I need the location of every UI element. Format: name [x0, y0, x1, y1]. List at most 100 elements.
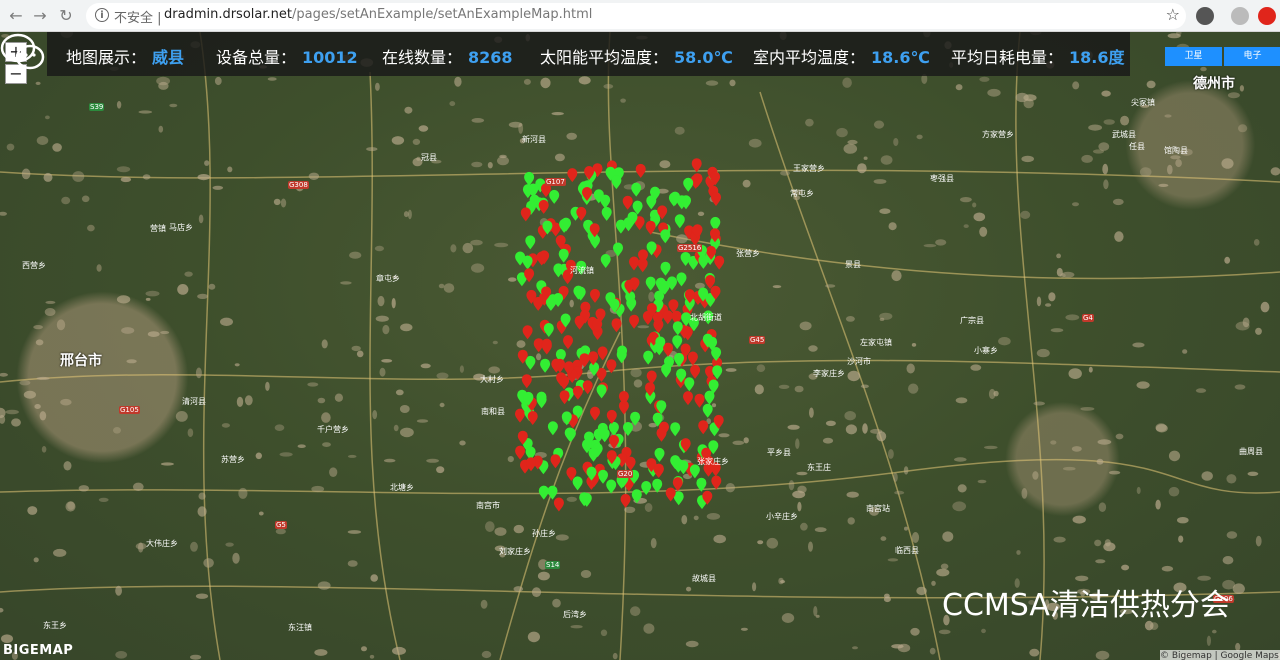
device-marker	[515, 445, 526, 460]
village-patch	[808, 345, 818, 352]
place-label: 张家庄乡	[697, 457, 729, 466]
village-patch	[1255, 535, 1262, 547]
village-patch	[963, 224, 969, 229]
insecure-label: 不安全 |	[114, 11, 162, 26]
reload-icon[interactable]: ↻	[56, 6, 76, 26]
place-label: 大伟庄乡	[146, 539, 178, 548]
village-patch	[797, 501, 802, 512]
forward-icon[interactable]: →	[30, 6, 50, 26]
village-patch	[852, 646, 858, 650]
electronic-map-button[interactable]: 电子	[1224, 47, 1280, 66]
village-patch	[846, 491, 859, 498]
map-view[interactable]: 北塘乡 大伟庄乡 千户营乡 大村乡 方家营乡 左家屯镇 南宫市 张家庄乡 小寨乡 李家庄乡 西营乡 王…	[0, 32, 1280, 660]
village-patch	[208, 283, 216, 290]
village-patch	[891, 270, 902, 282]
device-marker	[515, 408, 525, 423]
extension-red-icon[interactable]	[1258, 7, 1276, 25]
village-patch	[554, 153, 565, 162]
village-patch	[1226, 531, 1238, 539]
device-marker	[623, 422, 633, 436]
stat-indoor-temp: 室内平均温度： 18.6℃	[753, 48, 930, 67]
stat-online: 在线数量： 8268	[382, 48, 513, 67]
village-patch	[449, 101, 456, 107]
road-shield: G107	[545, 178, 566, 186]
village-patch	[1029, 648, 1040, 657]
village-patch	[238, 487, 248, 499]
village-patch	[244, 395, 253, 406]
village-patch	[374, 245, 384, 252]
village-patch	[781, 613, 795, 623]
village-patch	[198, 492, 206, 500]
village-patch	[45, 300, 56, 304]
device-marker	[597, 346, 608, 361]
village-patch	[1136, 381, 1150, 389]
village-patch	[1155, 424, 1168, 433]
back-icon[interactable]: ←	[6, 6, 26, 26]
village-patch	[674, 126, 685, 135]
place-label: 李家庄乡	[813, 369, 845, 378]
bookmark-star-icon[interactable]: ☆	[1166, 5, 1180, 24]
village-patch	[988, 388, 996, 400]
device-marker	[625, 456, 636, 471]
satellite-button[interactable]: 卫星	[1165, 47, 1222, 66]
village-patch	[1056, 253, 1061, 259]
village-patch	[275, 528, 286, 535]
place-label: 北塘乡	[390, 483, 414, 492]
device-marker	[656, 427, 667, 442]
place-label: 任县	[1129, 142, 1145, 151]
place-label: 常屯乡	[790, 189, 814, 198]
device-marker	[600, 254, 611, 268]
place-label: 平乡县	[767, 448, 791, 457]
village-patch	[1175, 159, 1182, 168]
village-patch	[863, 156, 868, 160]
address-bar[interactable]: i 不安全 | dradmin.drsolar.net/pages/setAnE…	[86, 3, 1186, 29]
village-patch	[145, 297, 151, 301]
map-canvas[interactable]	[0, 32, 1280, 660]
village-patch	[1104, 539, 1111, 547]
village-patch	[725, 483, 735, 493]
village-patch	[1260, 301, 1270, 313]
village-patch	[555, 534, 569, 541]
device-marker	[590, 288, 600, 303]
village-patch	[214, 76, 222, 86]
village-patch	[873, 179, 887, 184]
village-patch	[1226, 474, 1237, 484]
village-patch	[60, 398, 72, 406]
village-patch	[6, 143, 15, 151]
village-patch	[225, 542, 234, 547]
village-patch	[740, 627, 748, 631]
device-marker	[646, 370, 657, 385]
village-patch	[314, 649, 328, 656]
village-patch	[329, 467, 338, 478]
profile-avatar-icon[interactable]	[1231, 7, 1249, 25]
device-marker	[661, 363, 672, 378]
device-marker	[549, 189, 560, 204]
village-patch	[815, 614, 820, 618]
device-marker	[536, 251, 547, 266]
device-marker	[608, 421, 619, 436]
wechat-icon	[0, 33, 45, 70]
village-patch	[788, 480, 795, 491]
village-patch	[883, 596, 891, 603]
device-marker	[662, 310, 673, 325]
city-label-xingtai: 邢台市	[60, 353, 102, 369]
device-marker	[572, 385, 583, 400]
device-marker	[670, 422, 681, 437]
url-text[interactable]: dradmin.drsolar.net/pages/setAnExample/s…	[164, 7, 592, 22]
village-patch	[876, 431, 887, 442]
village-patch	[35, 81, 41, 85]
village-patch	[936, 568, 950, 577]
device-marker	[606, 479, 617, 494]
village-patch	[1095, 650, 1110, 660]
village-patch	[1101, 90, 1111, 97]
extension-icon[interactable]	[1196, 7, 1214, 25]
village-patch	[377, 295, 385, 307]
village-patch	[637, 325, 650, 329]
place-label: 尖冢镇	[1131, 98, 1155, 107]
place-label: 刘家庄乡	[499, 547, 531, 556]
village-patch	[1247, 471, 1259, 476]
village-patch	[1120, 115, 1130, 126]
village-patch	[910, 627, 920, 636]
info-icon[interactable]: i	[95, 8, 109, 22]
village-patch	[979, 76, 990, 82]
